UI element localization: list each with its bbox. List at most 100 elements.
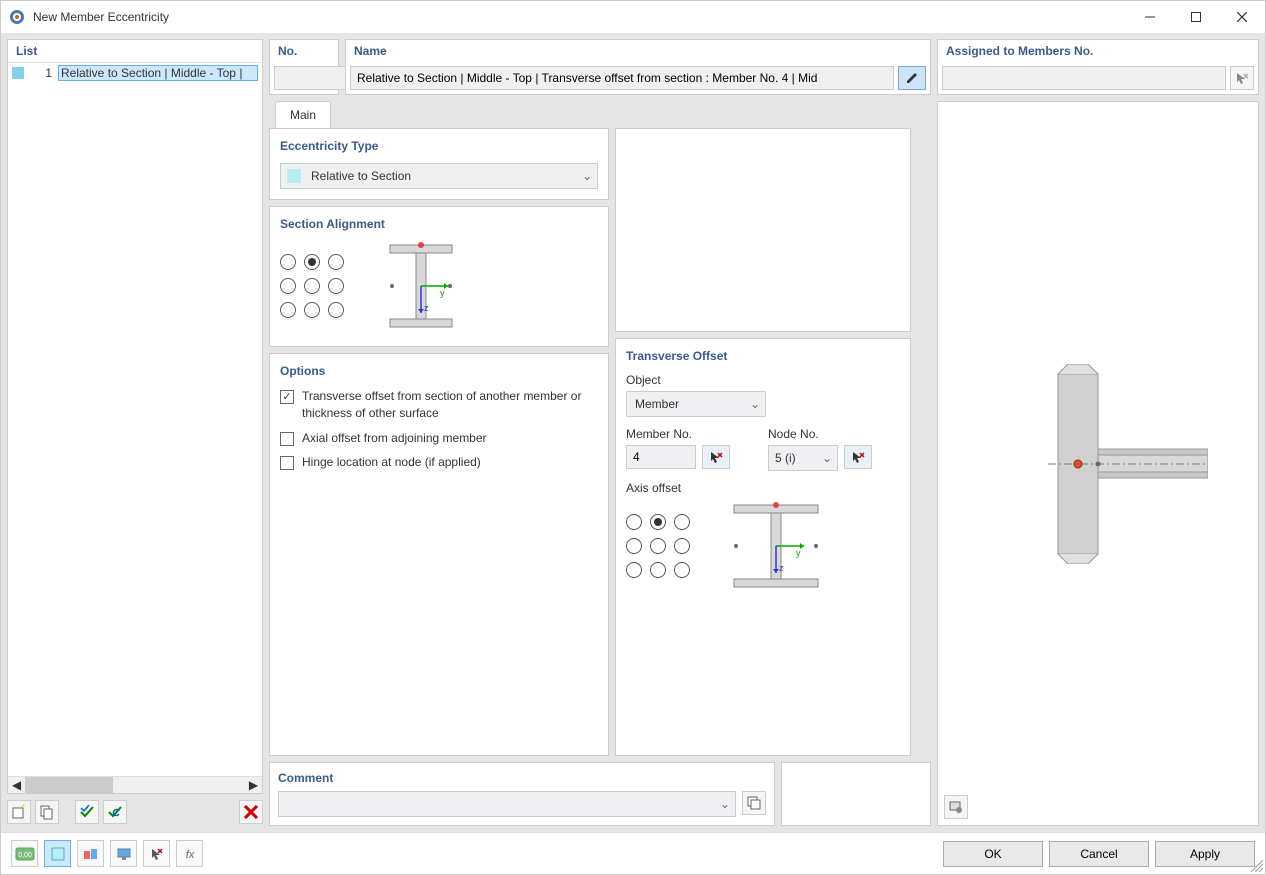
chevron-down-icon: ⌄ — [577, 169, 597, 183]
section-alignment-grid — [280, 254, 350, 324]
name-input[interactable] — [350, 66, 894, 90]
options-title: Options — [280, 364, 598, 378]
horizontal-scrollbar[interactable]: ◀ ▶ — [8, 776, 262, 793]
pick-node-button[interactable] — [844, 445, 872, 469]
empty-bottom-panel — [781, 762, 931, 826]
eccentricity-type-panel: Eccentricity Type Relative to Section ⌄ — [269, 128, 609, 200]
tab-main[interactable]: Main — [275, 101, 331, 128]
comment-dropdown[interactable]: ⌄ — [278, 791, 736, 817]
apply-button[interactable]: Apply — [1155, 841, 1255, 867]
name-field-box: Name — [345, 39, 931, 95]
new-item-button[interactable] — [7, 800, 31, 824]
align-top-right[interactable] — [328, 254, 344, 270]
align-top-center[interactable] — [304, 254, 320, 270]
maximize-button[interactable] — [1173, 2, 1219, 32]
app-icon — [9, 9, 25, 25]
svg-text:fx: fx — [185, 849, 194, 861]
member-no-input[interactable] — [626, 445, 696, 469]
list-item-number: 1 — [28, 66, 52, 80]
pick-member-button[interactable] — [702, 445, 730, 469]
axis-mid-left[interactable] — [626, 538, 642, 554]
option-label: Axial offset from adjoining member — [302, 430, 598, 447]
axis-offset-label: Axis offset — [626, 481, 900, 495]
number-field-box: No. — [269, 39, 339, 95]
axis-bot-center[interactable] — [650, 562, 666, 578]
align-mid-right[interactable] — [328, 278, 344, 294]
preview-panel — [937, 101, 1259, 826]
units-button[interactable]: 0,00 — [11, 840, 38, 867]
svg-text:z: z — [779, 563, 784, 573]
eccentricity-type-title: Eccentricity Type — [280, 139, 598, 153]
display-button[interactable] — [110, 840, 137, 867]
member-no-label: Member No. — [626, 427, 758, 441]
chevron-down-icon: ⌄ — [715, 797, 735, 811]
section-alignment-title: Section Alignment — [280, 217, 598, 231]
refresh-check-button[interactable] — [103, 800, 127, 824]
svg-text:z: z — [424, 303, 429, 313]
option-hinge-location[interactable]: Hinge location at node (if applied) — [280, 454, 598, 471]
pick-assigned-button[interactable] — [1230, 66, 1254, 90]
edit-name-button[interactable] — [898, 66, 926, 90]
list-header: List — [8, 40, 262, 63]
empty-top-panel — [615, 128, 911, 332]
axis-diagram-icon: y z — [726, 501, 826, 596]
window-title: New Member Eccentricity — [33, 10, 1127, 24]
object-dropdown[interactable]: Member ⌄ — [626, 391, 766, 417]
axis-offset-grid — [626, 514, 696, 584]
align-bot-right[interactable] — [328, 302, 344, 318]
align-bot-center[interactable] — [304, 302, 320, 318]
select-mode-button[interactable] — [143, 840, 170, 867]
close-button[interactable] — [1219, 2, 1265, 32]
copy-item-button[interactable] — [35, 800, 59, 824]
function-button[interactable]: fx — [176, 840, 203, 867]
align-top-left[interactable] — [280, 254, 296, 270]
minimize-button[interactable] — [1127, 2, 1173, 32]
dropdown-value: 5 (i) — [769, 451, 817, 465]
axis-mid-center[interactable] — [650, 538, 666, 554]
options-panel: Options Transverse offset from section o… — [269, 353, 609, 756]
option-label: Hinge location at node (if applied) — [302, 454, 598, 471]
dropdown-value: Relative to Section — [307, 169, 577, 183]
align-mid-center[interactable] — [304, 278, 320, 294]
axis-bot-left[interactable] — [626, 562, 642, 578]
svg-text:y: y — [440, 288, 445, 298]
eccentricity-type-dropdown[interactable]: Relative to Section ⌄ — [280, 163, 598, 189]
cancel-button[interactable]: Cancel — [1049, 841, 1149, 867]
list-item[interactable]: 1 Relative to Section | Middle - Top | — [8, 63, 262, 83]
chevron-down-icon: ⌄ — [745, 397, 765, 411]
axis-top-center[interactable] — [650, 514, 666, 530]
align-bot-left[interactable] — [280, 302, 296, 318]
node-no-dropdown[interactable]: 5 (i) ⌄ — [768, 445, 838, 471]
check-button[interactable] — [75, 800, 99, 824]
resize-grip-icon[interactable] — [1251, 860, 1263, 872]
axis-mid-right[interactable] — [674, 538, 690, 554]
section-diagram-icon: y z — [380, 241, 470, 336]
align-mid-left[interactable] — [280, 278, 296, 294]
comment-library-button[interactable] — [742, 791, 766, 815]
assigned-members-input[interactable] — [942, 66, 1226, 90]
option-axial-offset[interactable]: Axial offset from adjoining member — [280, 430, 598, 447]
object-label: Object — [626, 373, 900, 387]
dropdown-value: Member — [627, 397, 745, 411]
color-toggle-button[interactable] — [44, 840, 71, 867]
color-swatch — [287, 169, 301, 183]
option-transverse-offset[interactable]: Transverse offset from section of anothe… — [280, 388, 598, 422]
assigned-members-box: Assigned to Members No. — [937, 39, 1259, 95]
node-no-label: Node No. — [768, 427, 900, 441]
view-mode-button[interactable] — [77, 840, 104, 867]
preview-settings-button[interactable] — [944, 795, 968, 819]
axis-top-left[interactable] — [626, 514, 642, 530]
number-label: No. — [270, 40, 338, 62]
ok-button[interactable]: OK — [943, 841, 1043, 867]
chevron-down-icon: ⌄ — [817, 451, 837, 465]
transverse-offset-title: Transverse Offset — [626, 349, 900, 363]
titlebar: New Member Eccentricity — [1, 1, 1265, 33]
axis-top-right[interactable] — [674, 514, 690, 530]
delete-button[interactable] — [239, 800, 263, 824]
scroll-right-icon[interactable]: ▶ — [245, 777, 262, 794]
comment-panel: Comment ⌄ — [269, 762, 775, 826]
svg-text:0,00: 0,00 — [18, 852, 32, 859]
scroll-left-icon[interactable]: ◀ — [8, 777, 25, 794]
comment-title: Comment — [278, 771, 766, 785]
axis-bot-right[interactable] — [674, 562, 690, 578]
